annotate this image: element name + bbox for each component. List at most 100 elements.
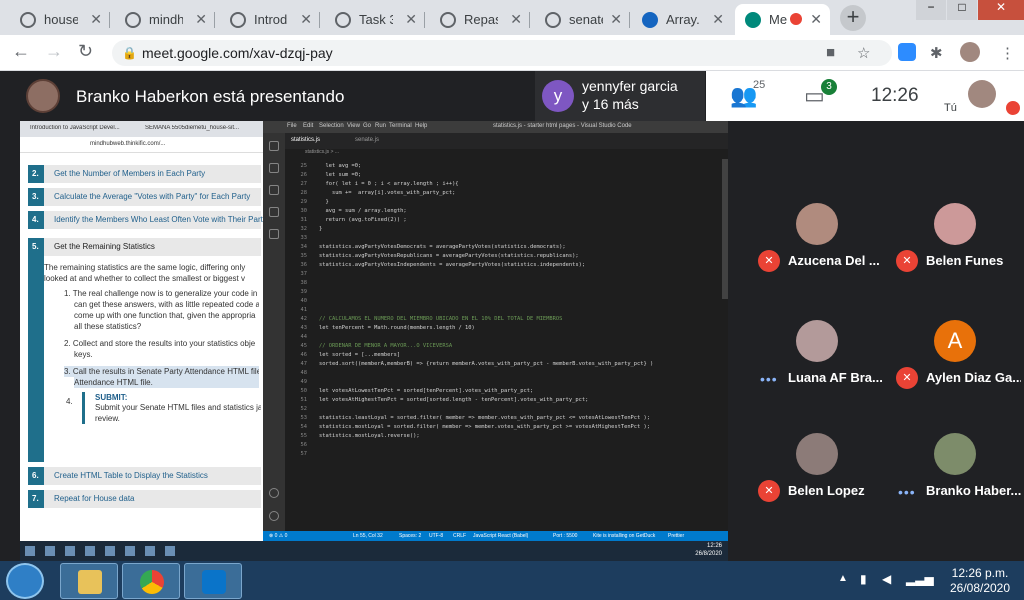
meet-toolbar: 👥 25 ▭ 3 12:26 Tú — [706, 71, 1024, 121]
file-explorer-taskbar-button[interactable] — [60, 563, 118, 599]
vscode-tabs: statistics.js senate.js — [285, 133, 728, 149]
maximize-button[interactable]: □ — [947, 0, 977, 20]
mic-off-icon: ✕ — [896, 367, 918, 389]
step-item[interactable]: 7. Repeat for House data — [28, 490, 261, 508]
slides-icon — [642, 11, 658, 28]
code-line: 46 let sorted = [...members] — [285, 352, 728, 361]
participant-tile[interactable]: ••• Branko Haber... — [886, 420, 1024, 530]
line-text: let votesAtLowestTenPct = sorted[tenPerc… — [319, 388, 534, 394]
line-text: statistics.leastLoyal = sorted.filter( m… — [319, 415, 651, 421]
editor-tab[interactable]: senate.js — [355, 137, 379, 143]
windows-start-button[interactable] — [6, 563, 44, 599]
star-icon[interactable]: ☆ — [857, 44, 870, 62]
line-number: 33 — [300, 235, 308, 241]
meet-clock: 12:26 — [871, 85, 919, 106]
line-number: 43 — [300, 325, 308, 331]
meet-icon — [745, 11, 761, 28]
browser-tab[interactable]: Task 3 ✕ — [325, 4, 425, 35]
editor-scrollbar[interactable] — [722, 159, 728, 299]
shared-clock: 12:26 26/8/2020 — [695, 543, 722, 557]
browser-tab-active[interactable]: Me ✕ — [735, 4, 830, 35]
url-input[interactable]: 🔒 meet.google.com/xav-dzqj-pay — [112, 40, 892, 66]
zoom-extension-icon[interactable] — [898, 43, 916, 61]
close-icon[interactable]: ✕ — [810, 11, 822, 28]
network-icon[interactable]: ▂▃▅ — [906, 572, 934, 586]
browser-tab[interactable]: Array.p✕ — [632, 4, 732, 35]
participant-name: Branko Haber... — [926, 483, 1021, 498]
browser-tab[interactable]: Repaso✕ — [430, 4, 530, 35]
forward-icon[interactable]: → — [45, 41, 63, 62]
settings-gear-icon[interactable] — [269, 511, 279, 521]
system-clock[interactable]: 12:26 p.m. 26/08/2020 — [940, 566, 1020, 596]
volume-icon[interactable]: ◀ — [882, 572, 891, 586]
line-number: 27 — [300, 181, 308, 187]
participant-tile[interactable]: A ✕ Aylen Diaz Ga... — [886, 307, 1024, 417]
code-line: 51 let votesAtHighestTenPct = sorted[sort… — [285, 397, 728, 406]
step-item[interactable]: 6. Create HTML Table to Display the Stati… — [28, 467, 261, 485]
code-line: 55 statistics.mostLoyal.reverse(); — [285, 433, 728, 442]
line-number: 38 — [300, 280, 308, 286]
line-text: let sorted = [...members] — [319, 352, 401, 358]
code-line: 31 return (avg.toFixed(2)) ; — [285, 217, 728, 226]
shared-screen: Introduction to JavaScript Devel... SEMA… — [20, 121, 728, 561]
code-line: 37 — [285, 271, 728, 280]
search-icon[interactable] — [269, 163, 279, 173]
explorer-icon[interactable] — [269, 141, 279, 151]
speaker-more: y 16 más — [582, 96, 639, 112]
camera-icon[interactable]: ■ — [826, 44, 835, 61]
code-line: 56 — [285, 442, 728, 451]
system-tray: ▲ ▮ ◀ ▂▃▅ 12:26 p.m. 26/08/2020 — [830, 561, 1024, 600]
code-line: 47 sorted.sort((memberA,memberB) => {retu… — [285, 361, 728, 370]
presentation-stage: Introduction to JavaScript Devel... SEMA… — [0, 121, 748, 561]
minimize-button[interactable]: − — [916, 0, 946, 20]
extensions-icon[interactable] — [269, 229, 279, 239]
vscode-activity-bar — [263, 133, 285, 531]
close-icon[interactable]: ✕ — [90, 11, 102, 28]
browser-tab[interactable]: mindhu✕ — [115, 4, 215, 35]
participant-tile[interactable]: ✕ Belen Lopez — [748, 420, 886, 530]
vscode-taskbar-button[interactable] — [184, 563, 242, 599]
close-icon[interactable]: ✕ — [300, 11, 312, 28]
step-header[interactable]: 5. Get the Remaining Statistics — [32, 238, 261, 256]
globe-icon — [125, 11, 141, 28]
code-line: 48 — [285, 370, 728, 379]
close-icon[interactable]: ✕ — [610, 11, 622, 28]
new-tab-button[interactable]: + — [840, 5, 866, 31]
active-speaker-box[interactable]: y yennyfer garcia y 16 más — [535, 71, 705, 121]
presenter-avatar — [26, 79, 60, 113]
debug-icon[interactable] — [269, 207, 279, 217]
browser-tab[interactable]: house-✕ — [10, 4, 110, 35]
url-text: meet.google.com/xav-dzqj-pay — [142, 45, 333, 61]
chrome-taskbar-button[interactable] — [122, 563, 180, 599]
menu-icon[interactable]: ⋮ — [1000, 44, 1015, 62]
extensions-icon[interactable]: ✱ — [930, 44, 943, 62]
close-icon[interactable]: ✕ — [195, 11, 207, 28]
source-control-icon[interactable] — [269, 185, 279, 195]
close-icon[interactable]: ✕ — [405, 11, 417, 28]
code-line: 25 let avg =0; — [285, 163, 728, 172]
step-item[interactable]: 2. Get the Number of Members in Each Part… — [28, 165, 261, 183]
step-item[interactable]: 3. Calculate the Average "Votes with Part… — [28, 188, 261, 206]
close-window-button[interactable]: ✕ — [978, 0, 1024, 20]
participant-tile[interactable]: ✕ Belen Funes — [886, 190, 1024, 300]
self-label: Tú — [944, 102, 957, 114]
step-item[interactable]: 4. Identify the Members Who Least Often V… — [28, 211, 263, 229]
close-icon[interactable]: ✕ — [712, 11, 724, 28]
reload-icon[interactable]: ↻ — [78, 41, 93, 62]
participant-name: Belen Lopez — [788, 483, 865, 498]
tray-arrow-icon[interactable]: ▲ — [838, 573, 848, 584]
globe-icon — [440, 11, 456, 28]
participant-tile[interactable]: ••• Luana AF Bra... — [748, 307, 886, 417]
browser-tab[interactable]: senate_✕ — [535, 4, 630, 35]
participant-tile[interactable]: ✕ Azucena Del ... — [748, 190, 886, 300]
browser-tab[interactable]: Introdu✕ — [220, 4, 320, 35]
participant-avatar — [796, 203, 838, 245]
account-icon[interactable] — [269, 488, 279, 498]
back-icon[interactable]: ← — [12, 41, 30, 62]
self-avatar[interactable] — [968, 80, 996, 108]
close-icon[interactable]: ✕ — [510, 11, 522, 28]
profile-avatar[interactable] — [960, 42, 980, 62]
code-editor[interactable]: 25 let avg =0; 26 let sum =0; 27 for( let … — [285, 159, 728, 531]
power-icon[interactable]: ▮ — [860, 572, 867, 586]
editor-tab[interactable]: statistics.js — [291, 137, 320, 143]
